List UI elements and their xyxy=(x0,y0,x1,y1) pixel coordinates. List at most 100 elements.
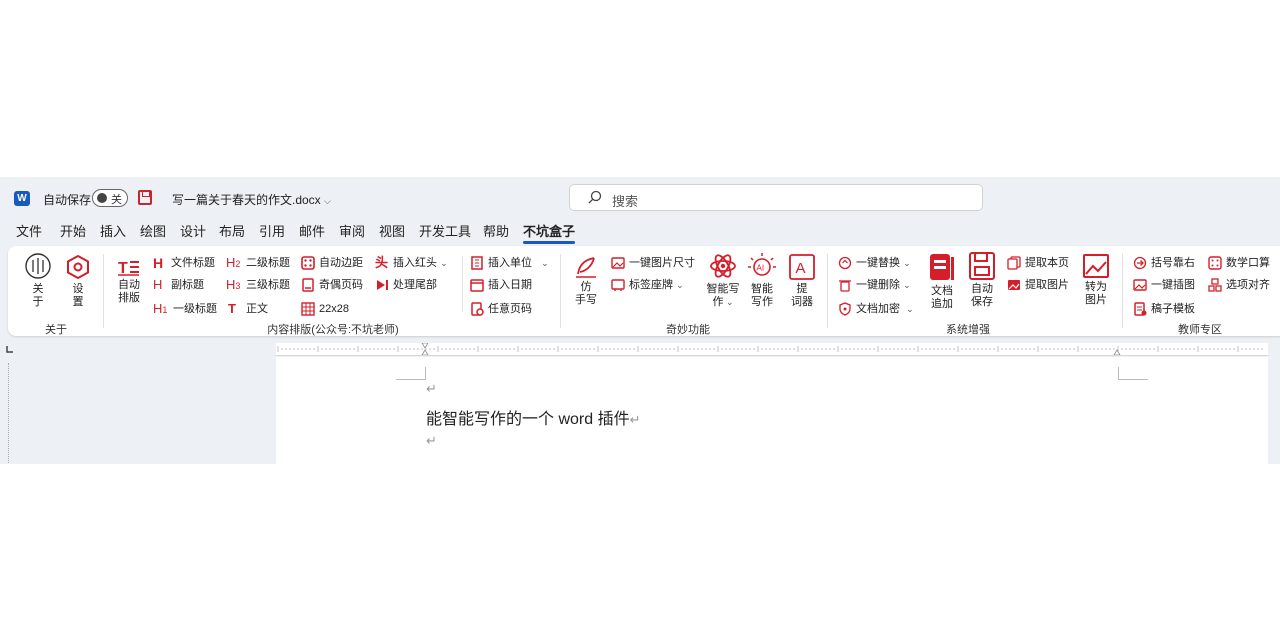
word-window: W 自动保存 关 写一篇关于春天的作文.docx ⌵ 搜索 文件 开始 插入 绘… xyxy=(0,177,1280,464)
group-label-layout: 内容排版(公众号:不坑老师) xyxy=(267,324,399,336)
about-icon xyxy=(25,253,51,279)
image-filled-icon xyxy=(1008,280,1020,290)
tab-mailings[interactable]: 邮件 xyxy=(299,221,325,240)
chevron-down-icon: ⌄ xyxy=(676,280,684,290)
tab-review[interactable]: 审阅 xyxy=(339,221,365,240)
right-indent-marker[interactable] xyxy=(1113,349,1121,356)
group-label-magic: 奇妙功能 xyxy=(666,324,710,336)
word-logo-icon: W xyxy=(14,191,30,206)
document-text-line[interactable]: 能智能写作的一个 word 插件↵ xyxy=(426,405,640,429)
chevron-down-icon: ⌄ xyxy=(723,297,734,307)
tab-references[interactable]: 引用 xyxy=(259,221,285,240)
copy-page-icon xyxy=(1007,256,1021,270)
heading-3-icon: H3 xyxy=(226,277,241,292)
autosave-toggle[interactable]: 关 xyxy=(92,189,128,207)
document-title[interactable]: 写一篇关于春天的作文.docx ⌵ xyxy=(172,191,331,208)
tab-stop-selector-icon[interactable] xyxy=(6,345,14,353)
redhead-icon: 头 xyxy=(375,255,389,270)
tab-view[interactable]: 视图 xyxy=(379,221,405,240)
page-number-icon xyxy=(302,278,314,292)
left-indent-marker[interactable] xyxy=(421,349,429,356)
paragraph-mark: ↵ xyxy=(426,381,437,396)
save-icon[interactable] xyxy=(138,190,152,205)
align-blocks-icon xyxy=(1208,278,1222,292)
title-bar: W 自动保存 关 写一篇关于春天的作文.docx ⌵ 搜索 xyxy=(0,177,1280,219)
building-icon xyxy=(471,256,483,270)
trash-icon xyxy=(839,280,851,292)
auto-layout-button[interactable]: T 自动 排版 xyxy=(112,258,146,305)
document-append-button[interactable]: 文档 追加 xyxy=(926,252,958,311)
auto-layout-icon: T xyxy=(118,260,139,276)
teleprompter-button[interactable]: A 提 词器 xyxy=(786,254,818,309)
auto-save-button[interactable]: 自动 保存 xyxy=(966,252,998,309)
tab-developer[interactable]: 开发工具 xyxy=(419,221,471,240)
autosave-state: 关 xyxy=(111,194,122,206)
tab-file[interactable]: 文件 xyxy=(16,221,42,240)
document-page[interactable]: ↵ 能智能写作的一个 word 插件↵ ↵ xyxy=(276,357,1268,464)
prompt-a-icon: A xyxy=(789,254,815,280)
smart-writing-menu-button[interactable]: 智能写 作 ⌄ xyxy=(702,252,744,309)
image-icon xyxy=(1133,279,1147,291)
smart-writing-button[interactable]: AI 智能 写作 xyxy=(746,252,778,309)
tab-layout[interactable]: 布局 xyxy=(219,221,245,240)
page-settings-icon xyxy=(471,302,484,316)
ruler-ticks xyxy=(277,342,1263,356)
group-label-about: 关于 xyxy=(45,324,67,336)
margin-guide xyxy=(1118,379,1148,380)
heading-h-icon: H xyxy=(153,255,164,271)
picture-icon xyxy=(1083,254,1109,278)
group-label-teacher: 教师专区 xyxy=(1178,324,1222,336)
svg-text:A: A xyxy=(796,260,806,277)
first-line-indent-marker[interactable] xyxy=(421,342,429,349)
name-card-icon xyxy=(611,279,625,291)
svg-text:T: T xyxy=(118,260,128,276)
calendar-icon xyxy=(470,279,484,292)
about-button[interactable]: 关 于 xyxy=(22,252,54,309)
imitate-handwriting-button[interactable]: 仿 手写 xyxy=(570,256,602,307)
chevron-down-icon: ⌵ xyxy=(324,196,331,206)
margin-guide xyxy=(1118,367,1119,379)
image-icon xyxy=(611,257,625,269)
toggle-knob xyxy=(97,193,107,203)
convert-to-image-button[interactable]: 转为 图片 xyxy=(1080,254,1112,307)
tab-bukeng-box[interactable]: 不坑盒子 xyxy=(523,221,576,244)
autosave-label: 自动保存 xyxy=(43,193,92,207)
tab-insert[interactable]: 插入 xyxy=(100,221,126,240)
heading-2-icon: H2 xyxy=(226,255,241,270)
atom-icon xyxy=(710,254,736,278)
document-stack-icon xyxy=(930,254,954,280)
tab-draw[interactable]: 绘图 xyxy=(140,221,166,240)
chevron-down-icon: ⌄ xyxy=(903,258,911,268)
template-doc-icon xyxy=(1134,302,1147,316)
margin-guide xyxy=(425,367,426,379)
calculator-icon xyxy=(1208,256,1222,270)
search-placeholder: 搜索 xyxy=(612,194,639,209)
margin-icon xyxy=(301,256,315,270)
chevron-down-icon: ⌄ xyxy=(903,280,911,290)
settings-hexagon-icon xyxy=(67,254,89,280)
search-input[interactable]: 搜索 xyxy=(569,184,983,211)
settings-button[interactable]: 设 置 xyxy=(62,254,94,309)
margin-guide xyxy=(396,379,426,380)
feather-pen-icon xyxy=(576,257,596,278)
paragraph-mark: ↵ xyxy=(629,412,641,427)
tab-help[interactable]: 帮助 xyxy=(483,221,509,240)
search-icon xyxy=(588,190,602,204)
floppy-disk-icon xyxy=(969,252,995,280)
text-t-icon: T xyxy=(228,301,236,316)
paragraph-mark: ↵ xyxy=(426,433,437,448)
play-end-icon xyxy=(377,280,388,290)
svg-text:AI: AI xyxy=(757,264,765,273)
vertical-ruler xyxy=(8,363,15,463)
group-separator xyxy=(560,254,561,328)
tab-design[interactable]: 设计 xyxy=(180,221,206,240)
chevron-down-icon: ⌄ xyxy=(440,258,448,268)
horizontal-ruler[interactable] xyxy=(276,342,1268,356)
tab-home[interactable]: 开始 xyxy=(60,221,86,240)
heading-1-icon: H1 xyxy=(153,301,168,316)
group-separator xyxy=(827,254,828,328)
ribbon-panel: 关 于 设 置 关于 T 自动 排版 H 文件标题 H 副标题 H1 一级标题 … xyxy=(8,246,1280,336)
group-label-system: 系统增强 xyxy=(946,324,990,336)
chevron-down-icon: ⌄ xyxy=(541,258,549,268)
grid-icon xyxy=(301,302,315,316)
